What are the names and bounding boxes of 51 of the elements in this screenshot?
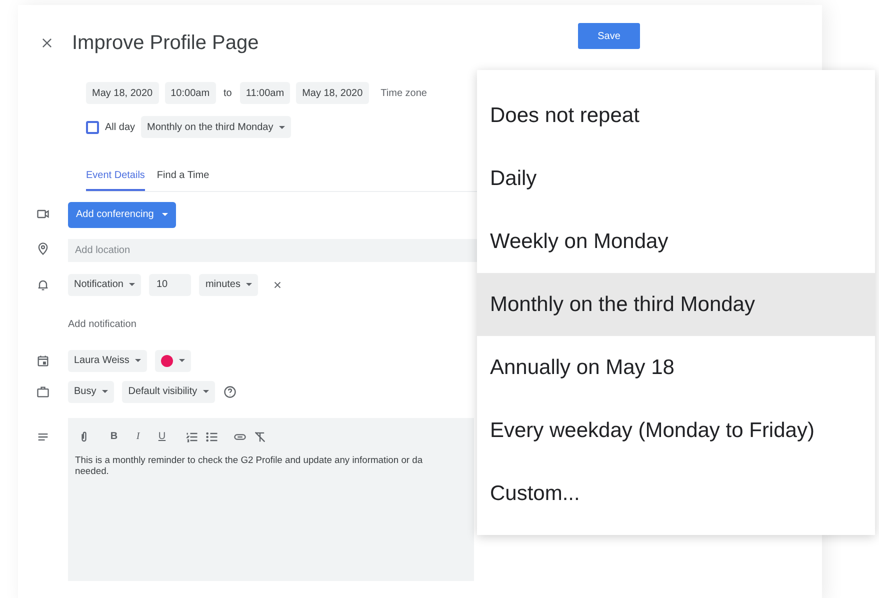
briefcase-icon bbox=[36, 384, 50, 398]
repeat-option[interactable]: Annually on May 18 bbox=[477, 336, 875, 399]
caret-icon bbox=[129, 283, 136, 286]
visibility-dropdown[interactable]: Default visibility bbox=[122, 380, 216, 402]
caret-icon bbox=[102, 390, 108, 393]
tab[interactable]: Event Details bbox=[86, 164, 145, 191]
description-field[interactable]: B I U This is a monthly reminder to check the G2 Profile and update any information or da needed. bbox=[68, 418, 474, 580]
all-day-checkbox[interactable] bbox=[86, 120, 99, 134]
format-button[interactable]: U bbox=[153, 428, 171, 446]
caret-icon bbox=[162, 213, 168, 216]
caret-icon bbox=[246, 283, 252, 286]
save-button[interactable]: Save bbox=[578, 23, 640, 49]
bulleted-list-icon[interactable] bbox=[205, 430, 219, 444]
caret-icon bbox=[135, 359, 142, 362]
clear-formatting-icon[interactable] bbox=[253, 430, 267, 444]
caret-icon bbox=[203, 390, 210, 393]
time-zone-link[interactable]: Time zone bbox=[380, 86, 427, 100]
location-pin-icon bbox=[36, 242, 50, 256]
add-conferencing-button[interactable]: Add conferencing bbox=[68, 202, 176, 228]
time-unit-dropdown[interactable]: minutes bbox=[199, 274, 258, 296]
repeat-option[interactable]: Monthly on the third Monday bbox=[477, 273, 875, 336]
calendar-owner-dropdown[interactable]: Laura Weiss bbox=[68, 350, 148, 372]
caret-icon bbox=[279, 126, 286, 128]
help-icon[interactable] bbox=[223, 384, 238, 398]
date-field[interactable]: May 18, 2020 bbox=[86, 82, 159, 104]
description-text: This is a monthly reminder to check the G2 Profile and update any information or da bbox=[75, 454, 424, 465]
event-color-dropdown[interactable] bbox=[155, 350, 192, 372]
description-text: needed. bbox=[75, 464, 110, 476]
notification-type-dropdown[interactable]: Notification bbox=[68, 274, 142, 296]
notification-time-field[interactable]: 10 bbox=[149, 274, 192, 296]
range-separator: to bbox=[224, 86, 232, 100]
calendar-icon bbox=[36, 354, 50, 368]
repeat-option[interactable]: Weekly on Monday bbox=[477, 210, 875, 273]
date-field[interactable]: May 18, 2020 bbox=[296, 82, 369, 104]
event-title: Improve Profile Page bbox=[72, 31, 259, 56]
bell-icon bbox=[36, 278, 50, 292]
repeat-option[interactable]: Every weekday (Monday to Friday) bbox=[477, 399, 875, 462]
caret-icon bbox=[179, 359, 186, 362]
repeat-option[interactable]: Does not repeat bbox=[477, 84, 875, 147]
all-day-label: All day bbox=[105, 120, 136, 134]
format-button[interactable]: I bbox=[129, 428, 147, 446]
tab[interactable]: Find a Time bbox=[156, 164, 210, 191]
repeat-option[interactable]: Custom... bbox=[477, 462, 875, 525]
repeat-option[interactable]: Daily bbox=[477, 147, 875, 210]
close-icon[interactable] bbox=[40, 36, 54, 50]
time-field[interactable]: 10:00am bbox=[164, 82, 216, 104]
availability-dropdown[interactable]: Busy bbox=[68, 380, 114, 402]
add-notification-link[interactable]: Add notification bbox=[68, 316, 136, 332]
recurrence-dropdown[interactable]: Monthly on the third Monday bbox=[141, 116, 292, 138]
time-field[interactable]: 11:00am bbox=[240, 82, 290, 104]
format-button[interactable]: B bbox=[105, 428, 123, 446]
